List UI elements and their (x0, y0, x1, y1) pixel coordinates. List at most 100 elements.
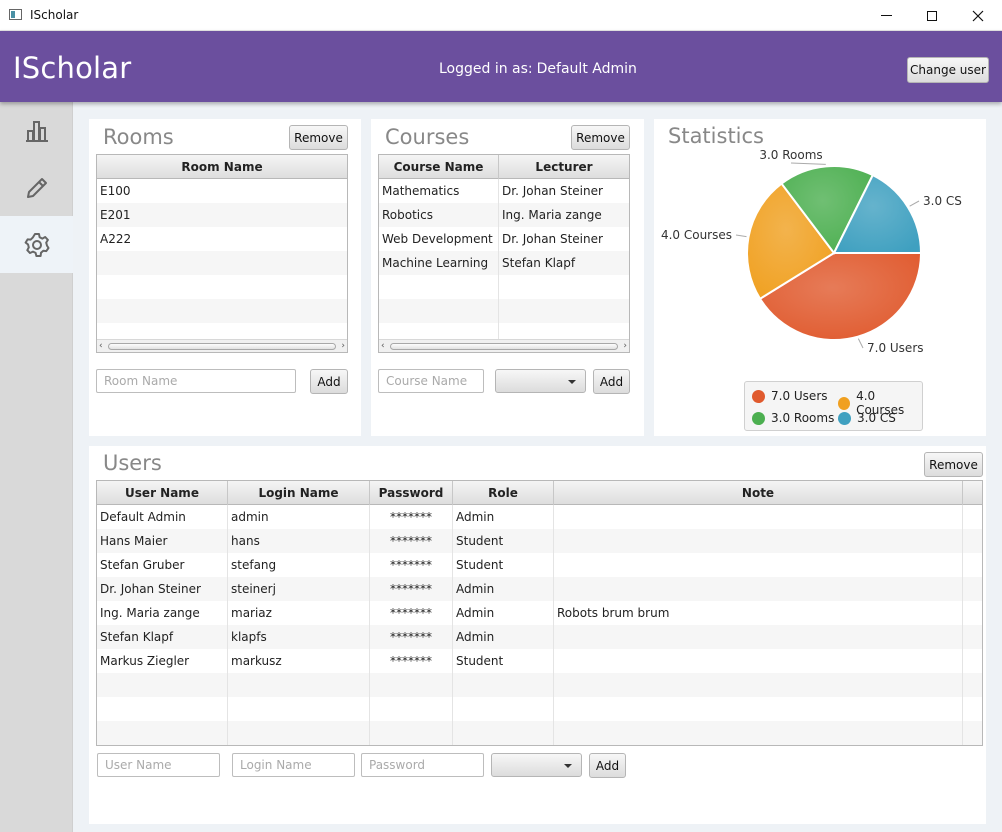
lecturer-select[interactable] (495, 369, 586, 393)
close-icon (972, 10, 984, 21)
scroll-thumb[interactable] (390, 343, 618, 350)
courses-add-button[interactable]: Add (593, 369, 630, 394)
table-row[interactable]: Machine Learning Stefan Klapf (379, 251, 629, 275)
maximize-icon (927, 10, 937, 21)
table-row[interactable]: A222 (97, 227, 347, 251)
table-row-empty (97, 299, 347, 323)
users-title: Users (103, 451, 162, 475)
close-button[interactable] (955, 0, 1001, 31)
table-cell: A222 (97, 227, 347, 251)
change-user-button[interactable]: Change user (907, 57, 989, 83)
table-row[interactable]: Hans Maier hans ******* Student (97, 529, 982, 553)
sidebar-item-edit[interactable] (0, 159, 73, 216)
rooms-add-button[interactable]: Add (310, 369, 348, 394)
rooms-horizontal-scrollbar[interactable]: ‹ › (97, 339, 347, 352)
users-remove-button[interactable]: Remove (924, 452, 983, 477)
table-row[interactable]: Mathematics Dr. Johan Steiner (379, 179, 629, 203)
password-input[interactable]: Password (361, 753, 484, 777)
table-cell: Mathematics (379, 179, 499, 203)
legend-item-users: 7.0 Users (752, 389, 828, 403)
pie-slice-label: 7.0 Users (867, 341, 924, 355)
table-row[interactable]: Robotics Ing. Maria zange (379, 203, 629, 227)
table-cell: admin (228, 505, 370, 529)
legend-dot-cs (838, 411, 851, 425)
sidebar (0, 102, 73, 832)
table-row[interactable]: Markus Ziegler markusz ******* Student (97, 649, 982, 673)
courses-panel: Courses Remove Course Name Lecturer Math… (371, 119, 644, 436)
table-row[interactable]: Stefan Gruber stefang ******* Student (97, 553, 982, 577)
legend-dot-rooms (752, 411, 765, 425)
sidebar-item-statistics[interactable] (0, 102, 73, 159)
scroll-left-icon[interactable]: ‹ (381, 341, 385, 351)
rooms-panel: Rooms Remove Room Name E100 E201 A222 ‹ … (89, 119, 361, 436)
logged-in-text: Logged in as: Default Admin (435, 61, 637, 77)
course-name-input[interactable]: Course Name (378, 369, 484, 393)
table-cell: Student (453, 529, 554, 553)
users-add-button[interactable]: Add (589, 753, 626, 778)
table-cell (554, 625, 963, 649)
table-cell: ******* (370, 505, 453, 529)
users-panel: Users Remove User Name Login Name Passwo… (89, 446, 986, 824)
sidebar-item-settings[interactable] (0, 216, 73, 273)
scroll-right-icon[interactable]: › (341, 341, 345, 351)
column-note[interactable]: Note (554, 481, 963, 505)
minimize-button[interactable] (863, 0, 909, 31)
users-table: User Name Login Name Password Role Note … (96, 480, 983, 746)
table-cell: stefang (228, 553, 370, 577)
table-cell: ******* (370, 649, 453, 673)
column-password[interactable]: Password (370, 481, 453, 505)
user-name-input[interactable]: User Name (97, 753, 220, 777)
column-login-name[interactable]: Login Name (228, 481, 370, 505)
table-row-empty (379, 299, 629, 323)
scroll-thumb[interactable] (108, 343, 336, 350)
maximize-button[interactable] (909, 0, 955, 31)
table-row-empty (379, 275, 629, 299)
table-cell: Dr. Johan Steiner (499, 179, 629, 203)
table-row[interactable]: Web Development Dr. Johan Steiner (379, 227, 629, 251)
table-cell: Markus Ziegler (97, 649, 228, 673)
table-cell: Ing. Maria zange (97, 601, 228, 625)
table-row[interactable]: Default Admin admin ******* Admin (97, 505, 982, 529)
table-row[interactable]: Ing. Maria zange mariaz ******* Admin Robots… (97, 601, 982, 625)
column-course-name[interactable]: Course Name (379, 155, 499, 179)
courses-remove-button[interactable]: Remove (571, 125, 630, 150)
table-cell: Machine Learning (379, 251, 499, 275)
logged-in-label: Logged in as: (439, 61, 533, 77)
table-cell: mariaz (228, 601, 370, 625)
table-cell: Default Admin (97, 505, 228, 529)
courses-horizontal-scrollbar[interactable]: ‹ › (379, 339, 629, 352)
room-name-input[interactable]: Room Name (96, 369, 296, 393)
table-row[interactable]: E201 (97, 203, 347, 227)
table-cell (554, 577, 963, 601)
legend-item-cs: 3.0 CS (838, 411, 896, 425)
bar-chart-icon (25, 120, 48, 142)
login-name-input[interactable]: Login Name (232, 753, 355, 777)
table-cell: Dr. Johan Steiner (97, 577, 228, 601)
table-cell: E100 (97, 179, 347, 203)
table-cell (554, 529, 963, 553)
legend-label: 7.0 Users (771, 389, 828, 403)
table-cell: klapfs (228, 625, 370, 649)
table-row[interactable]: Dr. Johan Steiner steinerj ******* Admin (97, 577, 982, 601)
statistics-pie-chart: 7.0 Users 4.0 Courses 3.0 Rooms 3.0 CS (661, 148, 962, 355)
role-select[interactable] (491, 753, 582, 777)
table-cell: Student (453, 553, 554, 577)
rooms-remove-button[interactable]: Remove (289, 125, 348, 150)
column-user-name[interactable]: User Name (97, 481, 228, 505)
table-row[interactable]: Stefan Klapf klapfs ******* Admin (97, 625, 982, 649)
pie-label-line (857, 338, 864, 349)
scroll-left-icon[interactable]: ‹ (99, 341, 103, 351)
pie-label-line (909, 200, 920, 207)
app-icon (9, 9, 22, 20)
legend-dot-users (752, 389, 765, 403)
table-cell: Stefan Klapf (97, 625, 228, 649)
table-cell: Admin (453, 505, 554, 529)
column-lecturer[interactable]: Lecturer (499, 155, 629, 179)
table-row[interactable]: E100 (97, 179, 347, 203)
table-cell: Web Development (379, 227, 499, 251)
table-cell: ******* (370, 577, 453, 601)
scroll-right-icon[interactable]: › (623, 341, 627, 351)
column-role[interactable]: Role (453, 481, 554, 505)
table-cell: Admin (453, 601, 554, 625)
column-room-name[interactable]: Room Name (97, 155, 347, 179)
